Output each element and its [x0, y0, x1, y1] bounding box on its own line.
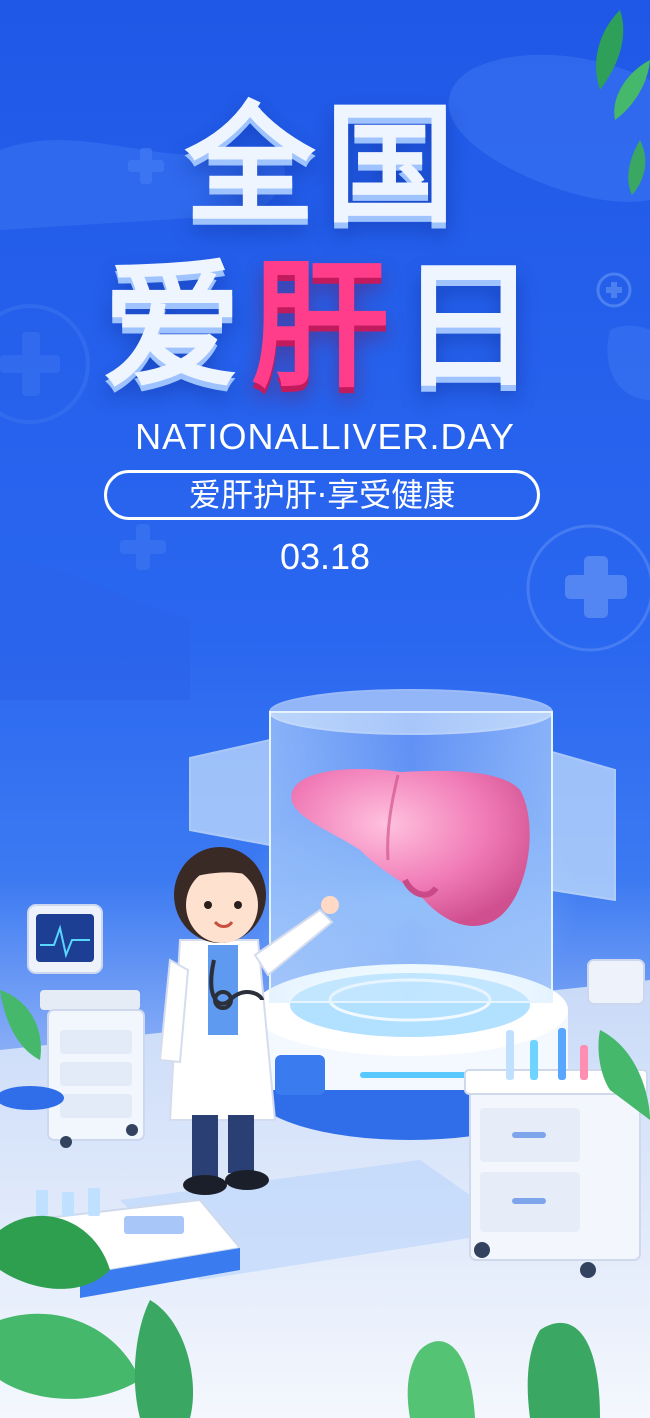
title-char-day: 日 [399, 246, 548, 407]
title-char-ai: 爱 [102, 246, 251, 407]
english-subtitle: NATIONALLIVER.DAY [135, 416, 515, 457]
page-title-line2: 爱肝日 [0, 258, 650, 396]
slogan-badge: 爱肝护肝·享受健康 [104, 470, 540, 520]
page-title: 全国 [184, 89, 465, 241]
title-char-liver: 肝 [250, 246, 399, 407]
date-label: 03.18 [279, 536, 371, 577]
